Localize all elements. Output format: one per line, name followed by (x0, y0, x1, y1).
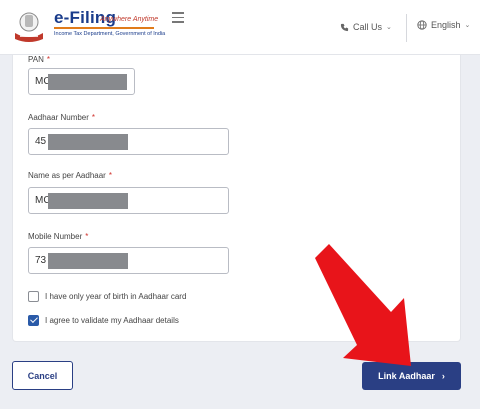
year-of-birth-checkbox-row[interactable]: I have only year of birth in Aadhaar car… (28, 291, 186, 302)
redaction-mask (48, 253, 128, 269)
brand-tagline: Anywhere Anytime (100, 16, 159, 23)
chevron-right-icon: › (441, 371, 445, 381)
cancel-button[interactable]: Cancel (12, 361, 73, 390)
chevron-down-icon: ⌄ (386, 24, 392, 31)
agree-checkbox-row[interactable]: I agree to validate my Aadhaar details (28, 315, 179, 326)
aadhaar-link-form: PAN * MC Aadhaar Number * 45 Name as per A… (12, 55, 461, 342)
name-label: Name as per Aadhaar * (28, 171, 112, 180)
call-us-menu[interactable]: Call Us ⌄ (340, 22, 392, 32)
aadhaar-label: Aadhaar Number * (28, 113, 96, 122)
link-aadhaar-label: Link Aadhaar (378, 371, 435, 381)
top-header: e-Filing Anywhere Anytime Income Tax Dep… (0, 0, 480, 55)
year-of-birth-label: I have only year of birth in Aadhaar car… (45, 292, 187, 301)
brand-underline (54, 27, 154, 29)
pan-field[interactable]: MC (28, 68, 135, 95)
name-field[interactable]: MC (28, 187, 229, 214)
year-of-birth-checkbox[interactable] (28, 291, 39, 302)
mobile-label: Mobile Number * (28, 232, 89, 241)
chevron-down-icon: ⌄ (464, 22, 471, 29)
redaction-mask (48, 134, 128, 150)
phone-icon (340, 23, 349, 31)
mobile-number-field[interactable]: 73 (28, 247, 229, 274)
header-divider (406, 14, 407, 42)
national-emblem-icon[interactable] (12, 9, 46, 43)
language-selector[interactable]: English ⌄ (417, 20, 470, 30)
language-label: English (431, 20, 461, 30)
aadhaar-number-field[interactable]: 45 (28, 128, 229, 155)
agree-label: I agree to validate my Aadhaar details (45, 316, 179, 325)
call-us-label: Call Us (353, 22, 383, 32)
brand-subtitle: Income Tax Department, Government of Ind… (54, 31, 166, 37)
cancel-label: Cancel (27, 370, 58, 381)
mobile-value: 73 (35, 255, 47, 266)
globe-icon (417, 20, 427, 30)
pan-label: PAN * (28, 55, 50, 64)
redaction-mask (48, 193, 128, 209)
aadhaar-value: 45 (35, 136, 47, 147)
hamburger-icon[interactable] (172, 12, 184, 24)
redaction-mask (48, 74, 127, 90)
agree-checkbox[interactable] (28, 315, 39, 326)
link-aadhaar-button[interactable]: Link Aadhaar › (362, 362, 461, 390)
